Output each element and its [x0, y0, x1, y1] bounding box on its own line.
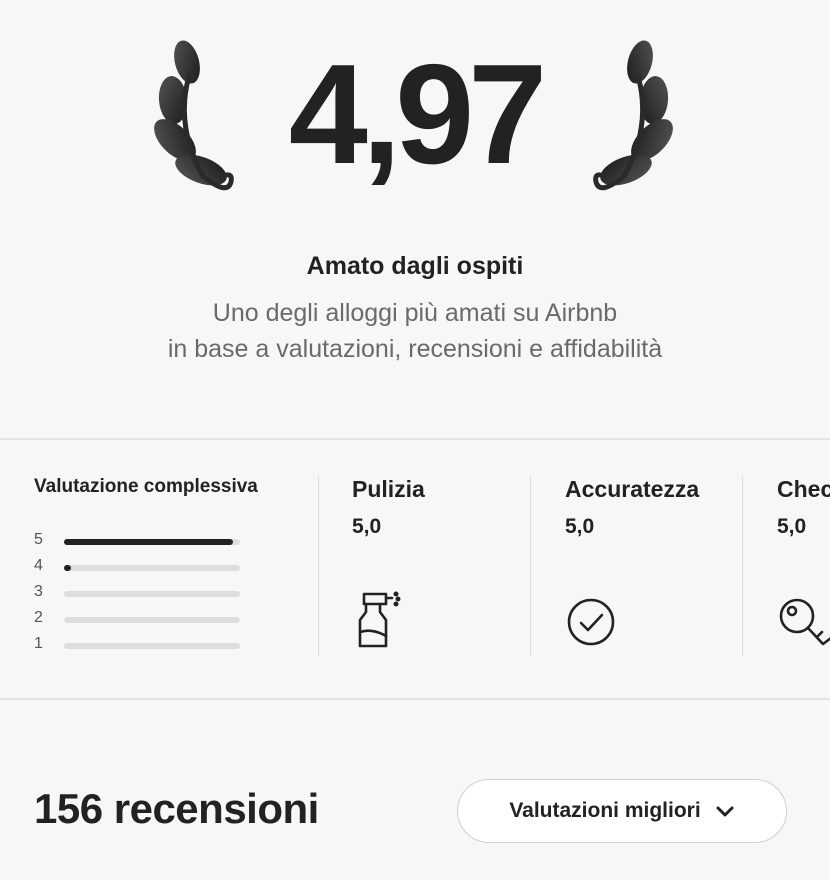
overall-rating-title: Valutazione complessiva — [34, 476, 258, 497]
histogram-star-label: 4 — [34, 557, 43, 574]
chevron-down-icon — [716, 806, 734, 817]
category-score: 5,0 — [565, 515, 595, 538]
histogram-fill — [64, 565, 72, 571]
laurel-right-icon — [593, 40, 673, 191]
histogram-row: 2 — [34, 606, 254, 632]
category-score: 5,0 — [352, 515, 382, 538]
histogram-row: 3 — [34, 580, 254, 606]
category-divider — [318, 476, 319, 656]
overall-rating-value: 4,97 — [288, 35, 547, 194]
category-name: Pulizia — [352, 476, 425, 502]
sort-label: Valutazioni migliori — [509, 799, 701, 822]
overall-rating-histogram: Valutazione complessiva 5 4 3 2 1 — [34, 476, 304, 656]
histogram-track — [64, 539, 240, 545]
subtitle-line-2: in base a valutazioni, recensioni e affi… — [167, 335, 663, 363]
subtitle-line-1: Uno degli alloggi più amati su Airbnb — [212, 299, 618, 327]
category-name: Accuratezza — [565, 476, 700, 502]
guest-favorite-section: 4,97 Amato dagli ospiti Uno degli allogg… — [0, 0, 830, 440]
reviews-count-title: 156 recensioni — [34, 785, 319, 832]
category-check-in: Check-in 5,0 — [777, 476, 830, 656]
histogram-row: 1 — [34, 632, 254, 658]
rating-categories-bar: Valutazione complessiva 5 4 3 2 1 Pulizi… — [0, 438, 830, 700]
histogram-track — [64, 617, 240, 623]
category-divider — [530, 476, 531, 656]
sort-reviews-button[interactable]: Valutazioni migliori — [457, 779, 787, 843]
histogram-track — [64, 643, 240, 649]
category-name: Check-in — [777, 476, 830, 502]
key-icon — [779, 598, 830, 646]
histogram: 5 4 3 2 1 — [34, 528, 254, 658]
laurel-left-icon — [154, 40, 234, 191]
category-cleanliness: Pulizia 5,0 — [352, 476, 512, 656]
category-accuracy: Accuratezza 5,0 — [565, 476, 735, 656]
category-score: 5,0 — [777, 515, 807, 538]
histogram-star-label: 2 — [34, 609, 43, 626]
histogram-row: 4 — [34, 554, 254, 580]
guest-favorite-subtitle: Uno degli alloggi più amati su Airbnb in… — [0, 295, 830, 367]
check-circle-icon — [567, 598, 615, 646]
spray-bottle-icon — [358, 591, 401, 648]
category-divider — [742, 476, 743, 656]
histogram-track — [64, 565, 240, 571]
histogram-star-label: 1 — [34, 635, 43, 652]
histogram-row: 5 — [34, 528, 254, 554]
histogram-star-label: 5 — [34, 531, 43, 548]
histogram-star-label: 3 — [34, 583, 43, 600]
histogram-fill — [64, 539, 233, 545]
histogram-track — [64, 591, 240, 597]
guest-favorite-title: Amato dagli ospiti — [306, 252, 524, 280]
